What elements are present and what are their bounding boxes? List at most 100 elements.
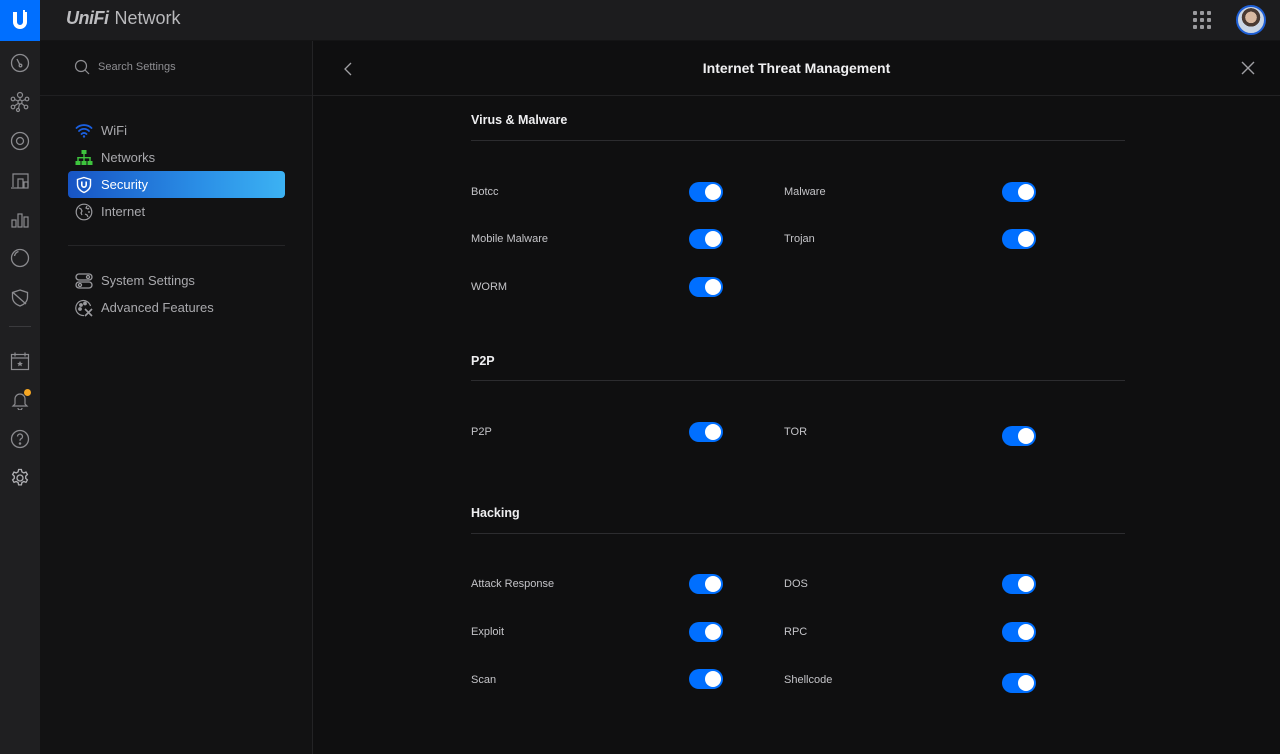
toggle-attack-response[interactable] bbox=[689, 574, 723, 594]
option-label-scan: Scan bbox=[471, 674, 497, 686]
rail-item-settings[interactable] bbox=[8, 466, 32, 490]
close-button[interactable] bbox=[1240, 60, 1256, 76]
option-label-tor: TOR bbox=[784, 426, 808, 438]
toggle-worm[interactable] bbox=[689, 277, 723, 297]
rail-item-devices[interactable] bbox=[8, 129, 32, 153]
section-title-virus-malware: Virus & Malware bbox=[471, 113, 568, 127]
sidebar-header-divider bbox=[40, 95, 312, 96]
rail-item-statistics[interactable] bbox=[8, 207, 32, 231]
sidebar-item-label: Networks bbox=[101, 150, 156, 165]
option-label-mobile-malware: Mobile Malware bbox=[471, 233, 549, 245]
network-tree-icon bbox=[75, 149, 93, 167]
sidebar-item-system-settings[interactable]: System Settings bbox=[68, 267, 285, 294]
page-title: Internet Threat Management bbox=[702, 60, 891, 76]
toggle-tor[interactable] bbox=[1002, 426, 1036, 446]
rail-item-alerts[interactable] bbox=[8, 388, 32, 412]
dashboard-icon bbox=[10, 53, 30, 73]
option-label-dos: DOS bbox=[784, 578, 808, 590]
sidebar-item-label: Security bbox=[101, 177, 148, 192]
toggle-p2p[interactable] bbox=[689, 422, 723, 442]
rail-item-topology[interactable] bbox=[8, 90, 32, 114]
devices-icon bbox=[10, 131, 30, 151]
brand-unifi: UniFi bbox=[66, 8, 109, 28]
globe-icon bbox=[75, 203, 93, 221]
settings-sidebar: WiFi Networks Security Internet System S… bbox=[40, 41, 313, 754]
toggle-trojan[interactable] bbox=[1002, 229, 1036, 249]
sidebar-item-security[interactable]: Security bbox=[68, 171, 285, 198]
rail-item-insights[interactable] bbox=[8, 246, 32, 270]
option-label-p2p: P2P bbox=[471, 426, 492, 438]
help-icon bbox=[10, 429, 30, 449]
grid-icon bbox=[1200, 11, 1204, 15]
option-label-trojan: Trojan bbox=[784, 233, 815, 245]
sidebar-item-label: Internet bbox=[101, 204, 146, 219]
grid-icon bbox=[1207, 11, 1211, 15]
section-divider bbox=[471, 533, 1125, 534]
main-panel: Internet Threat Management Virus & Malwa… bbox=[313, 41, 1280, 754]
statistics-icon bbox=[11, 213, 29, 228]
sidebar-item-advanced-features[interactable]: Advanced Features bbox=[68, 294, 285, 321]
security-shield-icon bbox=[75, 176, 93, 194]
toggle-shellcode[interactable] bbox=[1002, 673, 1036, 693]
topology-icon bbox=[10, 91, 30, 113]
section-divider bbox=[471, 380, 1125, 381]
toggle-rpc[interactable] bbox=[1002, 622, 1036, 642]
rail-item-dashboard[interactable] bbox=[8, 51, 32, 75]
rail-item-help[interactable] bbox=[8, 427, 32, 451]
sidebar-item-wifi[interactable]: WiFi bbox=[68, 117, 285, 144]
grid-icon bbox=[1193, 18, 1197, 22]
option-label-rpc: RPC bbox=[784, 626, 808, 638]
sidebar-item-networks[interactable]: Networks bbox=[68, 144, 285, 171]
toggle-botcc[interactable] bbox=[689, 182, 723, 202]
option-label-exploit: Exploit bbox=[471, 626, 505, 638]
apps-grid-button[interactable] bbox=[1192, 10, 1212, 30]
search-input[interactable] bbox=[98, 61, 258, 73]
toggle-dos[interactable] bbox=[1002, 574, 1036, 594]
sidebar-divider bbox=[68, 245, 285, 246]
ubiquiti-logo-icon bbox=[13, 9, 27, 29]
sidebar-item-label: System Settings bbox=[101, 273, 195, 288]
insights-icon bbox=[10, 248, 30, 268]
rail-divider bbox=[9, 326, 31, 327]
section-divider bbox=[471, 140, 1125, 141]
section-title-p2p: P2P bbox=[471, 354, 495, 368]
toggle-mobile-malware[interactable] bbox=[689, 229, 723, 249]
wifi-icon bbox=[75, 122, 93, 140]
sidebar-item-label: WiFi bbox=[101, 123, 127, 138]
sidebar-item-internet[interactable]: Internet bbox=[68, 198, 285, 225]
search-settings[interactable] bbox=[74, 59, 258, 75]
grid-icon bbox=[1200, 18, 1204, 22]
app-brand: UniFi Network bbox=[66, 8, 181, 29]
notification-badge bbox=[24, 389, 31, 396]
grid-icon bbox=[1207, 25, 1211, 29]
rail-item-events[interactable] bbox=[8, 349, 32, 373]
shield-icon bbox=[11, 289, 29, 307]
left-rail bbox=[0, 41, 40, 754]
grid-icon bbox=[1193, 25, 1197, 29]
option-label-malware: Malware bbox=[784, 186, 826, 198]
ubiquiti-logo-button[interactable] bbox=[0, 0, 40, 41]
option-label-shellcode: Shellcode bbox=[784, 674, 833, 686]
settings-gear-icon bbox=[11, 468, 29, 486]
system-toggles-icon bbox=[75, 272, 93, 290]
close-icon bbox=[1241, 61, 1255, 75]
grid-icon bbox=[1207, 18, 1211, 22]
rail-item-shield[interactable] bbox=[8, 286, 32, 310]
search-icon bbox=[74, 59, 90, 75]
option-label-attack-response: Attack Response bbox=[471, 578, 555, 590]
panel-header: Internet Threat Management bbox=[313, 41, 1280, 96]
top-bar: UniFi Network bbox=[0, 0, 1280, 41]
sidebar-item-label: Advanced Features bbox=[101, 300, 214, 315]
grid-icon bbox=[1193, 11, 1197, 15]
rail-item-clients[interactable] bbox=[8, 169, 32, 193]
option-label-botcc: Botcc bbox=[471, 186, 499, 198]
events-calendar-icon bbox=[10, 352, 30, 371]
option-label-worm: WORM bbox=[471, 281, 508, 293]
toggle-exploit[interactable] bbox=[689, 622, 723, 642]
user-avatar[interactable] bbox=[1236, 5, 1266, 35]
toggle-malware[interactable] bbox=[1002, 182, 1036, 202]
brand-network: Network bbox=[114, 8, 181, 28]
advanced-tools-icon bbox=[75, 299, 93, 317]
section-title-hacking: Hacking bbox=[471, 506, 520, 520]
toggle-scan[interactable] bbox=[689, 669, 723, 689]
